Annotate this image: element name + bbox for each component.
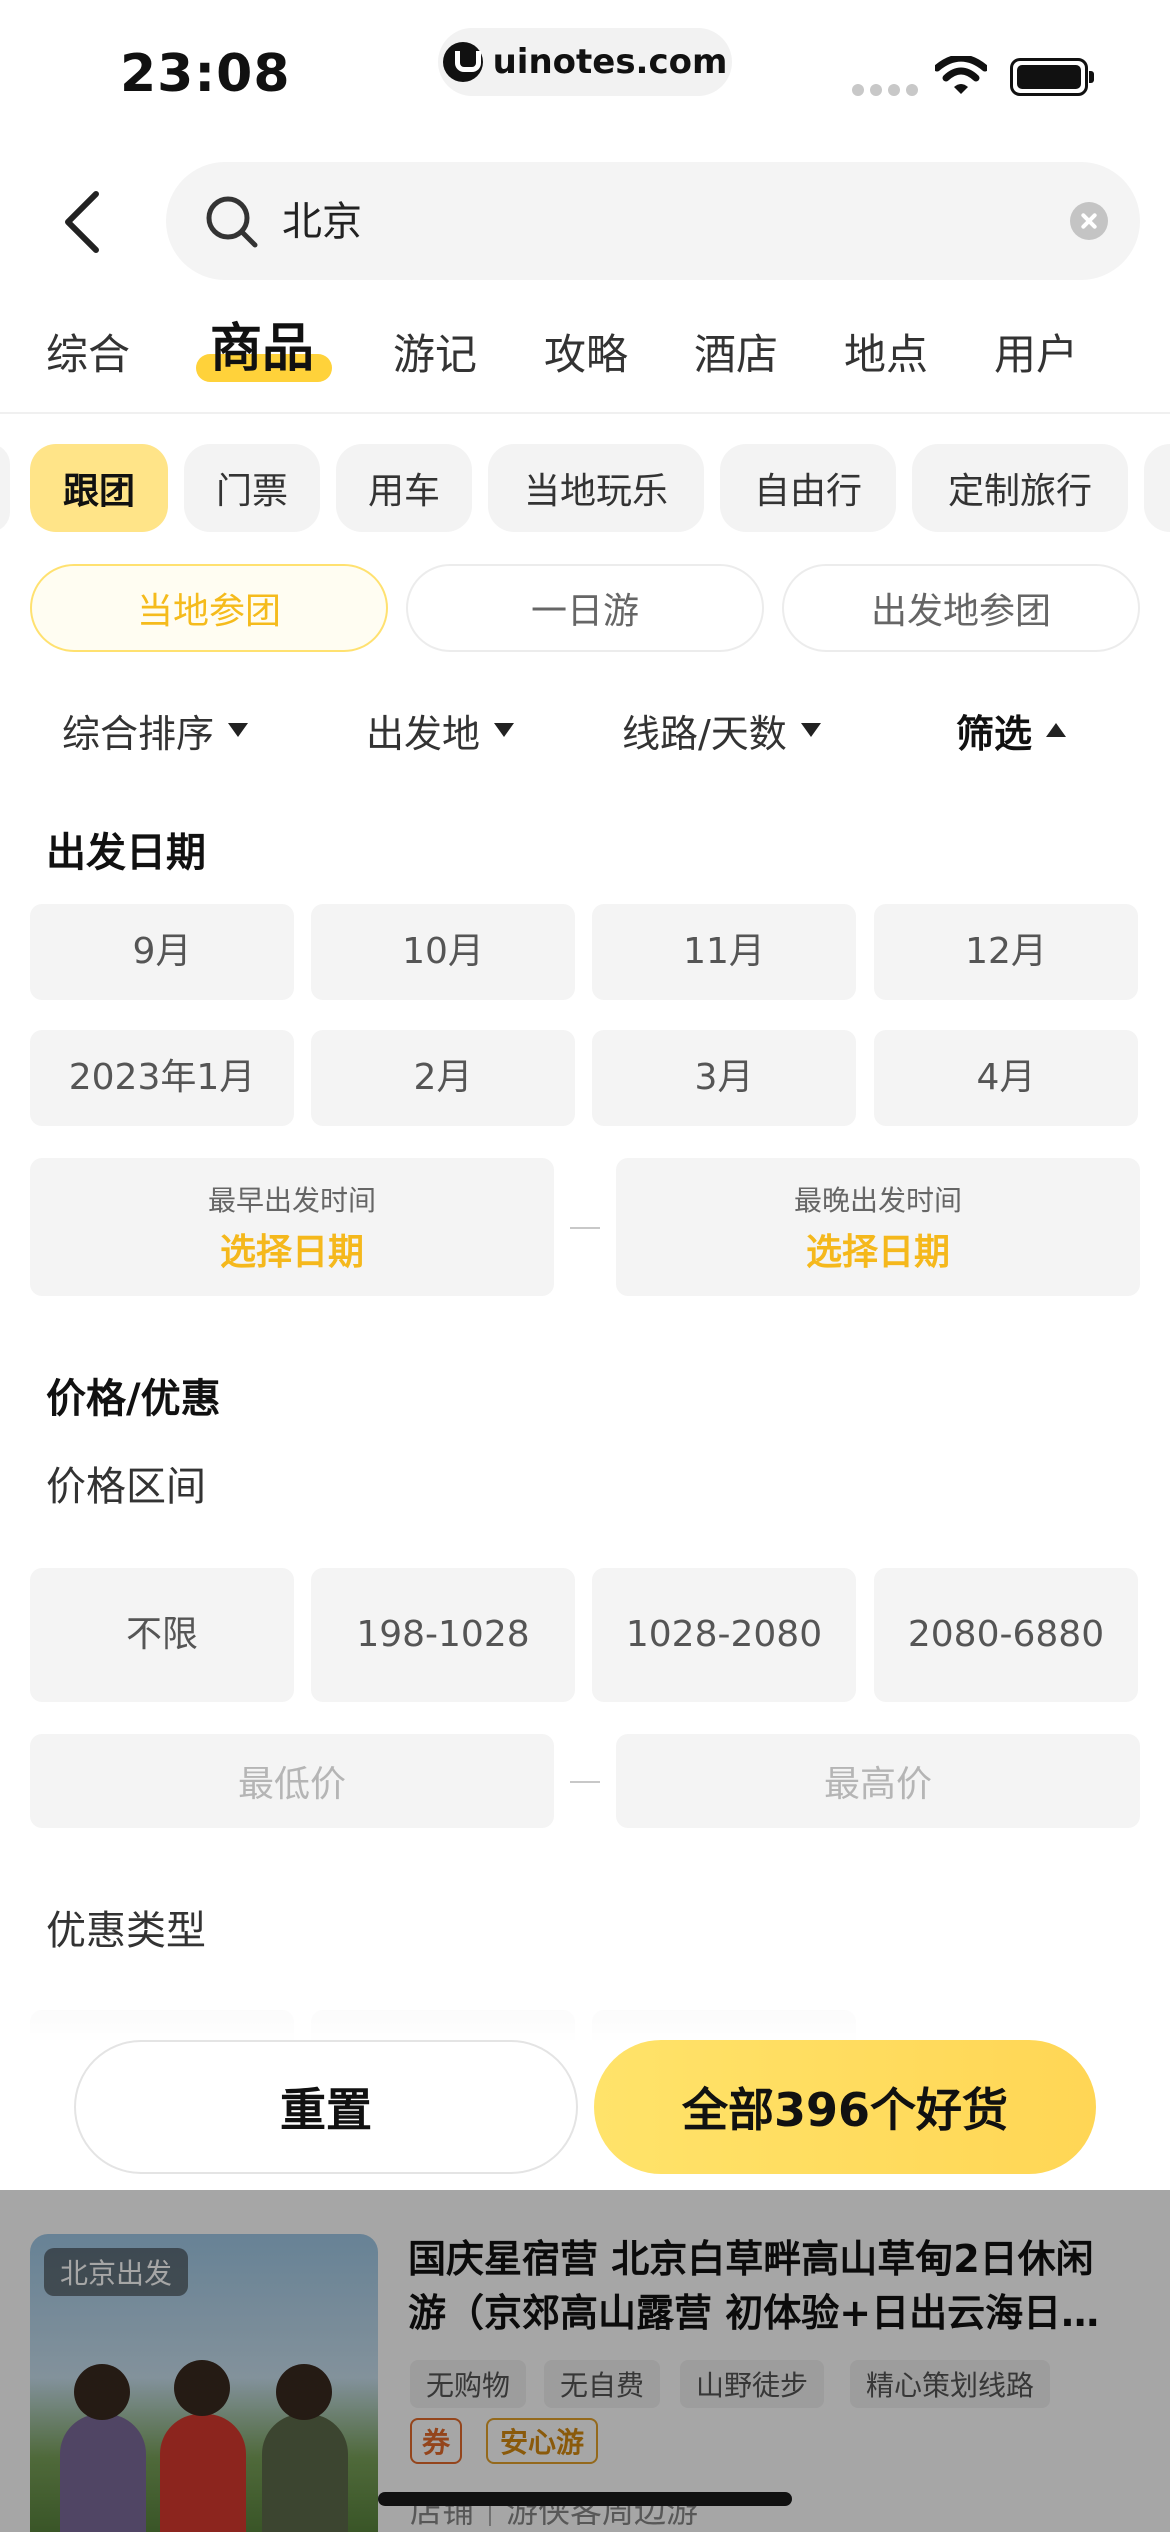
caret-down-icon <box>494 723 515 737</box>
max-price-input[interactable]: 最高价 <box>616 1734 1140 1828</box>
clear-search-icon[interactable] <box>1070 202 1108 240</box>
battery-icon <box>1010 58 1094 96</box>
url-text: uinotes.com <box>492 42 728 82</box>
tab-hotels[interactable]: 酒店 <box>694 320 778 390</box>
chip-tickets[interactable]: 门票 <box>184 444 320 532</box>
home-indicator[interactable] <box>378 2492 792 2506</box>
main-tabs: 综合 商品 游记 攻略 酒店 地点 用户 <box>0 310 1170 410</box>
discount-type-label: 优惠类型 <box>46 1908 206 1954</box>
month-option[interactable]: 2月 <box>311 1030 575 1126</box>
price-range-option[interactable]: 198-1028 <box>311 1568 575 1702</box>
chip-independent[interactable]: 自由行 <box>720 444 896 532</box>
chip-group-tour[interactable]: 跟团 <box>30 444 168 532</box>
price-range-label: 价格区间 <box>46 1464 206 1510</box>
url-pill: uinotes.com <box>438 28 732 96</box>
sort-comprehensive[interactable]: 综合排序 <box>62 700 249 760</box>
month-option[interactable]: 12月 <box>874 904 1138 1000</box>
wifi-icon <box>935 56 987 94</box>
month-option[interactable]: 3月 <box>592 1030 856 1126</box>
search-input[interactable]: 北京 <box>166 162 1140 280</box>
latest-date-picker[interactable]: 最晚出发时间 选择日期 <box>616 1158 1140 1296</box>
caret-down-icon <box>228 723 249 737</box>
tab-all[interactable]: 综合 <box>46 320 130 390</box>
price-range-dash <box>570 1781 600 1783</box>
status-bar: 23:08 uinotes.com <box>0 0 1170 140</box>
date-range-dash <box>570 1227 600 1229</box>
sort-filter-label: 筛选 <box>956 711 1033 756</box>
dim-overlay[interactable] <box>0 2190 1170 2532</box>
month-option[interactable]: 2023年1月 <box>30 1030 294 1126</box>
sort-route-days-label: 线路/天数 <box>622 711 787 756</box>
tab-users[interactable]: 用户 <box>994 320 1078 390</box>
min-price-input[interactable]: 最低价 <box>30 1734 554 1828</box>
earliest-date-label: 最早出发时间 <box>207 1184 376 1217</box>
tab-places[interactable]: 地点 <box>844 320 928 390</box>
month-option[interactable]: 4月 <box>874 1030 1138 1126</box>
caret-up-icon <box>1046 723 1067 737</box>
sort-departure-label: 出发地 <box>366 711 481 756</box>
subtab-origin-group[interactable]: 出发地参团 <box>782 564 1140 652</box>
departure-date-title: 出发日期 <box>46 830 206 876</box>
sort-route-days[interactable]: 线路/天数 <box>622 700 821 760</box>
subtab-day-trip[interactable]: 一日游 <box>406 564 764 652</box>
price-range-option[interactable]: 1028-2080 <box>592 1568 856 1702</box>
price-section-title: 价格/优惠 <box>46 1376 221 1422</box>
sort-filter[interactable]: 筛选 <box>956 700 1067 760</box>
chip-local-fun[interactable]: 当地玩乐 <box>488 444 704 532</box>
month-option[interactable]: 11月 <box>592 904 856 1000</box>
subtab-local-group[interactable]: 当地参团 <box>30 564 388 652</box>
back-arrow-icon[interactable] <box>56 188 116 256</box>
month-option[interactable]: 9月 <box>30 904 294 1000</box>
latest-date-label: 最晚出发时间 <box>793 1184 962 1217</box>
chip-car-rental[interactable]: 用车 <box>336 444 472 532</box>
chip-custom-travel[interactable]: 定制旅行 <box>912 444 1128 532</box>
status-time: 23:08 <box>120 44 291 104</box>
search-icon <box>206 196 258 248</box>
signal-icon <box>852 84 918 96</box>
tab-guides[interactable]: 攻略 <box>544 320 628 390</box>
price-range-option[interactable]: 2080-6880 <box>874 1568 1138 1702</box>
search-query: 北京 <box>282 199 362 245</box>
chip-hidden-left <box>0 444 10 532</box>
price-range-option[interactable]: 不限 <box>30 1568 294 1702</box>
tab-travelogues[interactable]: 游记 <box>393 320 477 390</box>
tab-products[interactable]: 商品 <box>210 314 314 384</box>
chip-hidden-right <box>1144 444 1170 532</box>
site-logo-icon <box>442 42 483 82</box>
earliest-date-picker[interactable]: 最早出发时间 选择日期 <box>30 1158 554 1296</box>
sort-comprehensive-label: 综合排序 <box>62 711 215 756</box>
show-results-button[interactable]: 全部396个好货 <box>594 2040 1096 2174</box>
earliest-date-value: 选择日期 <box>219 1232 364 1273</box>
caret-down-icon <box>800 723 821 737</box>
month-option[interactable]: 10月 <box>311 904 575 1000</box>
latest-date-value: 选择日期 <box>805 1232 950 1273</box>
reset-button[interactable]: 重置 <box>74 2040 578 2174</box>
sort-departure[interactable]: 出发地 <box>366 700 515 760</box>
tabs-divider <box>0 412 1170 414</box>
